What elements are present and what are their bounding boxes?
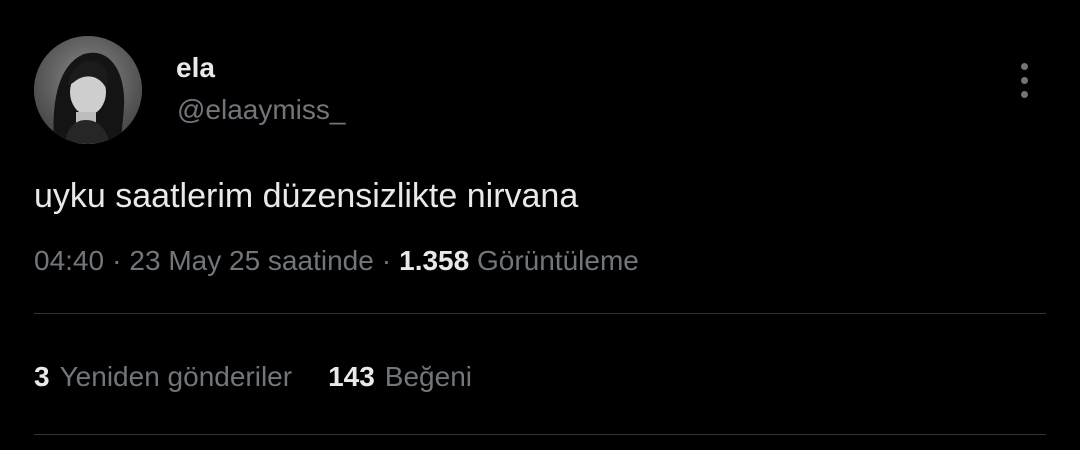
more-vertical-icon-dot bbox=[1020, 76, 1028, 84]
avatar-photo bbox=[34, 36, 142, 144]
views-label-spacer bbox=[469, 245, 477, 276]
meta-separator: · bbox=[112, 245, 122, 276]
retweets-label: Yeniden gönderiler bbox=[59, 361, 293, 392]
likes-stat[interactable]: 143 Beğeni bbox=[328, 358, 472, 396]
views-count: 1.358 bbox=[399, 245, 470, 276]
more-vertical-icon-dot bbox=[1020, 90, 1028, 98]
retweets-count: 3 bbox=[34, 361, 50, 392]
more-vertical-icon bbox=[1020, 62, 1028, 70]
avatar[interactable] bbox=[34, 36, 142, 144]
meta-separator: · bbox=[381, 245, 392, 276]
more-options-button[interactable] bbox=[1006, 58, 1042, 102]
divider bbox=[34, 313, 1046, 314]
display-name[interactable]: ela bbox=[176, 51, 215, 85]
tweet-time[interactable]: 04:40 bbox=[34, 245, 104, 276]
tweet-text: uyku saatlerim düzensizlikte nirvana bbox=[34, 177, 579, 215]
engagement-stats: 3 Yeniden gönderiler 143 Beğeni bbox=[34, 358, 472, 396]
divider bbox=[34, 434, 1046, 435]
retweets-stat[interactable]: 3 Yeniden gönderiler bbox=[34, 358, 292, 396]
tweet-date[interactable]: 23 May 25 saatinde bbox=[129, 245, 373, 276]
user-handle[interactable]: @elaaymiss_ bbox=[177, 93, 345, 127]
tweet-meta: 04:40 · 23 May 25 saatinde · 1.358 Görüntüle… bbox=[34, 242, 639, 280]
tweet-card: ela @elaaymiss_ uyku saatlerim düzensizl… bbox=[0, 0, 1080, 450]
likes-count: 143 bbox=[328, 361, 375, 392]
views-label: Görüntüleme bbox=[476, 245, 639, 276]
likes-label: Beğeni bbox=[384, 361, 472, 392]
